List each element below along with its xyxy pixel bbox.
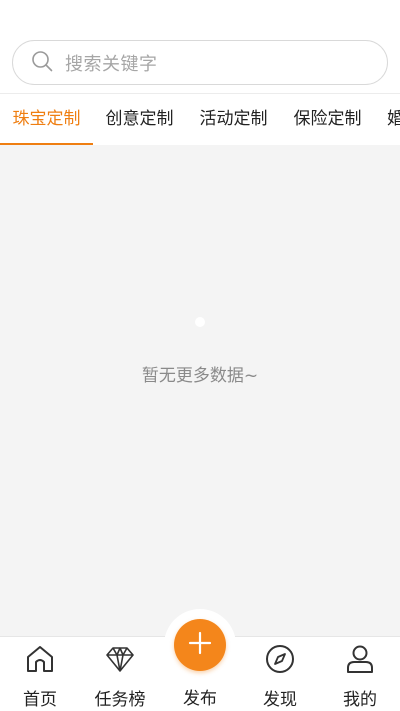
home-icon [24, 643, 56, 675]
tab-wedding[interactable]: 婚 [374, 94, 400, 145]
tab-jewelry[interactable]: 珠宝定制 [0, 94, 93, 145]
header: 搜索关键字 [0, 0, 400, 93]
app-root: 搜索关键字 珠宝定制 创意定制 活动定制 保险定制 婚 暂无更多数据~ 首页 [0, 0, 400, 711]
tab-event[interactable]: 活动定制 [187, 94, 280, 145]
content-area: 暂无更多数据~ [0, 145, 400, 636]
nav-home-label: 首页 [23, 690, 57, 710]
nav-home[interactable]: 首页 [0, 637, 80, 711]
nav-tasks-label: 任务榜 [94, 690, 146, 710]
empty-state-text: 暂无更多数据~ [141, 366, 259, 386]
user-icon [344, 643, 376, 675]
nav-mine[interactable]: 我的 [320, 637, 400, 711]
tab-insurance[interactable]: 保险定制 [281, 94, 374, 145]
search-input[interactable]: 搜索关键字 [65, 50, 158, 76]
category-tabs: 珠宝定制 创意定制 活动定制 保险定制 婚 [0, 93, 400, 145]
search-bar[interactable]: 搜索关键字 [12, 40, 388, 85]
publish-button[interactable] [174, 619, 226, 671]
plus-icon [187, 630, 213, 660]
search-icon [31, 50, 53, 76]
tab-creative[interactable]: 创意定制 [93, 94, 186, 145]
nav-discover[interactable]: 发现 [240, 637, 320, 711]
diamond-icon [104, 643, 136, 675]
compass-icon [264, 643, 296, 675]
loading-dot [195, 317, 205, 327]
nav-mine-label: 我的 [343, 690, 377, 710]
nav-discover-label: 发现 [263, 690, 297, 710]
nav-tasks[interactable]: 任务榜 [80, 637, 160, 711]
nav-publish-label: 发布 [183, 689, 217, 709]
